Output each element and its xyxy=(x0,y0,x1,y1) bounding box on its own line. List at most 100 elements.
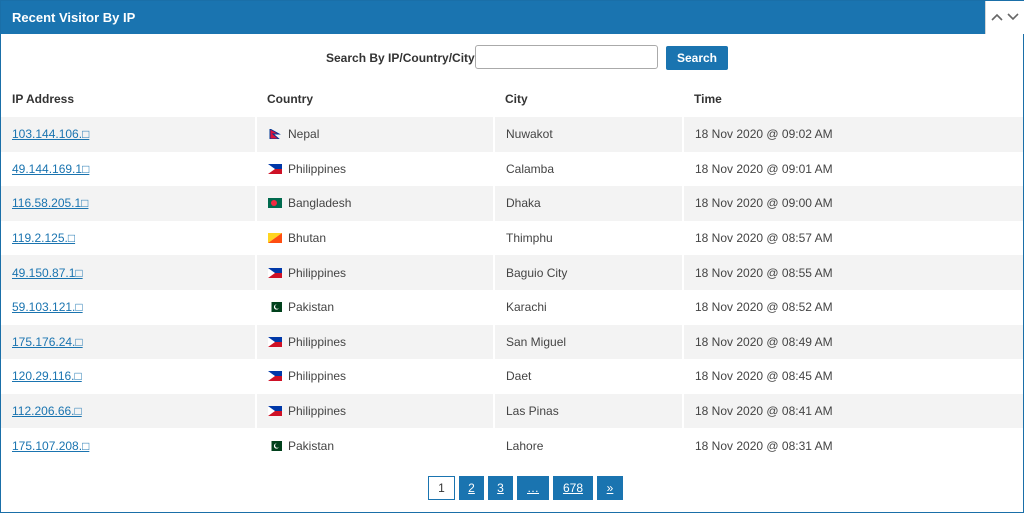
bangladesh-flag-icon xyxy=(268,196,288,210)
page-2-button[interactable]: 2 xyxy=(459,476,484,500)
chevron-down-icon[interactable] xyxy=(1006,10,1020,24)
search-label: Search By IP/Country/City xyxy=(326,51,475,65)
city-cell: Lahore xyxy=(493,428,683,463)
time-cell: 18 Nov 2020 @ 09:00 AM xyxy=(682,186,1023,221)
time-cell: 18 Nov 2020 @ 08:41 AM xyxy=(682,393,1023,429)
country-cell: Bangladesh xyxy=(255,186,494,221)
time-cell: 18 Nov 2020 @ 09:01 AM xyxy=(682,151,1023,187)
page-1-button[interactable]: 1 xyxy=(428,476,455,500)
country-cell: Philippines xyxy=(255,324,494,360)
ellipsis-button[interactable]: … xyxy=(517,476,549,500)
ip-cell: 49.150.87.1□ xyxy=(1,255,256,290)
panel-controls xyxy=(985,1,1024,34)
country-cell: Philippines xyxy=(255,393,494,429)
city-cell: Thimphu xyxy=(493,220,683,256)
search-button[interactable]: Search xyxy=(666,46,728,70)
chevron-up-icon[interactable] xyxy=(990,10,1004,24)
city-cell: Dhaka xyxy=(493,186,683,221)
philippines-flag-icon xyxy=(268,162,288,176)
search-input[interactable] xyxy=(475,45,658,69)
philippines-flag-icon xyxy=(268,369,288,383)
ip-cell: 49.144.169.1□ xyxy=(1,152,256,187)
ip-cell: 103.144.106.□ xyxy=(1,117,256,152)
nepal-flag-icon xyxy=(268,127,288,141)
city-cell: Daet xyxy=(493,359,683,394)
country-label: Pakistan xyxy=(288,300,335,315)
ip-link[interactable]: 49.144.169.1□ xyxy=(12,162,89,176)
city-cell: Karachi xyxy=(493,289,683,325)
next-page-button[interactable]: » xyxy=(597,476,623,500)
ip-link[interactable]: 119.2.125.□ xyxy=(12,231,75,245)
ip-link[interactable]: 175.107.208.□ xyxy=(12,439,89,453)
country-cell: Philippines xyxy=(255,151,494,187)
country-cell: Bhutan xyxy=(255,220,494,256)
page-last-button[interactable]: 678 xyxy=(553,476,593,500)
table-row: 175.176.24.□ Philippines San Miguel 18 Nov … xyxy=(1,324,1023,360)
bhutan-flag-icon xyxy=(268,231,288,245)
ip-link[interactable]: 120.29.116.□ xyxy=(12,369,82,383)
ip-link[interactable]: 112.206.66.□ xyxy=(12,404,82,418)
time-cell: 18 Nov 2020 @ 08:45 AM xyxy=(682,359,1023,394)
country-label: Philippines xyxy=(288,334,347,349)
ip-cell: 119.2.125.□ xyxy=(1,221,256,256)
philippines-flag-icon xyxy=(268,266,288,280)
recent-visitor-panel: Recent Visitor By IP Search By IP/Countr… xyxy=(0,0,1024,513)
ip-cell: 59.103.121.□ xyxy=(1,290,256,325)
ip-cell: 116.58.205.1□ xyxy=(1,186,256,221)
pakistan-flag-icon xyxy=(268,439,288,453)
time-cell: 18 Nov 2020 @ 08:52 AM xyxy=(682,289,1023,325)
city-cell: Nuwakot xyxy=(493,117,683,152)
table-row: 112.206.66.□ Philippines Las Pinas 18 Nov 2… xyxy=(1,393,1023,429)
table-row: 119.2.125.□ Bhutan Thimphu 18 Nov 2020 @ 08… xyxy=(1,220,1023,256)
country-label: Philippines xyxy=(288,265,347,280)
ip-cell: 120.29.116.□ xyxy=(1,359,256,394)
ip-link[interactable]: 49.150.87.1□ xyxy=(12,266,83,280)
country-cell: Pakistan xyxy=(255,289,494,325)
column-header-city: City xyxy=(505,92,528,106)
search-bar: Search By IP/Country/City Search xyxy=(1,35,1023,81)
country-label: Bangladesh xyxy=(288,196,352,211)
table-row: 103.144.106.□ Nepal Nuwakot 18 Nov 2020 @ 0… xyxy=(1,117,1023,152)
table-row: 175.107.208.□ Pakistan Lahore 18 Nov 2020 @… xyxy=(1,428,1023,463)
pagination: 1 2 3 … 678 » xyxy=(428,476,623,502)
ip-cell: 175.176.24.□ xyxy=(1,324,256,360)
table-header-row: IP Address Country City Time xyxy=(1,81,1023,117)
time-cell: 18 Nov 2020 @ 08:31 AM xyxy=(682,428,1023,463)
ip-link[interactable]: 175.176.24.□ xyxy=(12,335,83,349)
ip-link[interactable]: 116.58.205.1□ xyxy=(12,196,88,210)
ip-link[interactable]: 103.144.106.□ xyxy=(12,127,89,141)
city-cell: Las Pinas xyxy=(493,393,683,429)
column-header-ip: IP Address xyxy=(12,92,75,106)
column-header-country: Country xyxy=(267,92,313,106)
city-cell: Baguio City xyxy=(493,255,683,290)
country-label: Nepal xyxy=(288,127,320,142)
time-cell: 18 Nov 2020 @ 08:57 AM xyxy=(682,220,1023,256)
philippines-flag-icon xyxy=(268,404,288,418)
table-row: 49.150.87.1□ Philippines Baguio City 18 Nov… xyxy=(1,255,1023,290)
table-body: 103.144.106.□ Nepal Nuwakot 18 Nov 2020 @ 0… xyxy=(1,117,1023,463)
ip-link[interactable]: 59.103.121.□ xyxy=(12,300,83,314)
ip-cell: 112.206.66.□ xyxy=(1,393,256,429)
country-label: Philippines xyxy=(288,369,347,384)
country-cell: Philippines xyxy=(255,255,494,290)
panel-title: Recent Visitor By IP xyxy=(12,10,136,25)
country-cell: Pakistan xyxy=(255,428,494,463)
panel-header: Recent Visitor By IP xyxy=(1,1,985,34)
country-cell: Philippines xyxy=(255,359,494,394)
time-cell: 18 Nov 2020 @ 09:02 AM xyxy=(682,117,1023,152)
visitor-table: IP Address Country City Time 103.144.106… xyxy=(1,81,1023,463)
city-cell: San Miguel xyxy=(493,324,683,360)
page-3-button[interactable]: 3 xyxy=(488,476,513,500)
table-row: 116.58.205.1□ Bangladesh Dhaka 18 Nov 2020 … xyxy=(1,186,1023,221)
country-label: Philippines xyxy=(288,161,347,176)
pakistan-flag-icon xyxy=(268,300,288,314)
table-row: 120.29.116.□ Philippines Daet 18 Nov 2020 @… xyxy=(1,359,1023,394)
philippines-flag-icon xyxy=(268,335,288,349)
country-cell: Nepal xyxy=(255,117,494,152)
country-label: Pakistan xyxy=(288,438,335,453)
country-label: Bhutan xyxy=(288,231,327,246)
time-cell: 18 Nov 2020 @ 08:55 AM xyxy=(682,255,1023,290)
table-row: 59.103.121.□ Pakistan Karachi 18 Nov 2020 @… xyxy=(1,289,1023,325)
country-label: Philippines xyxy=(288,404,347,419)
ip-cell: 175.107.208.□ xyxy=(1,428,256,463)
